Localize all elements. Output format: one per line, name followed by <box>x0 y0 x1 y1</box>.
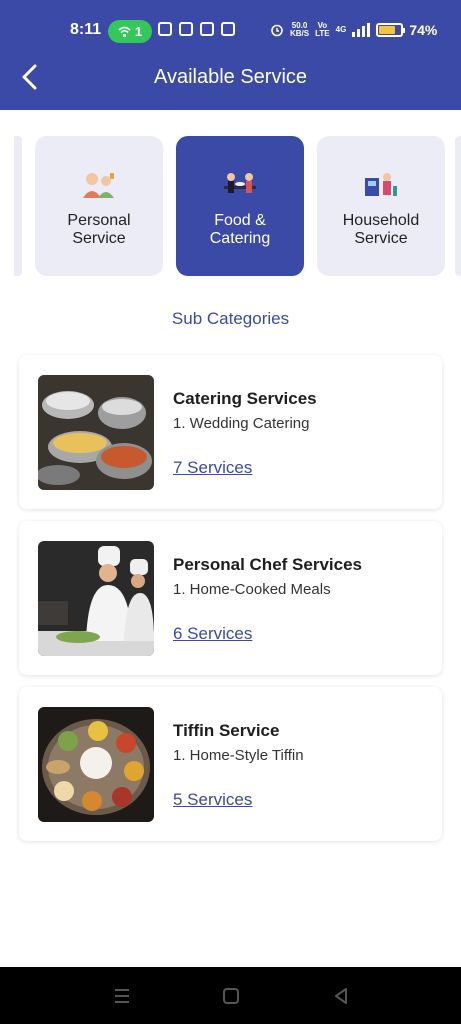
service-card-personal-chef[interactable]: Personal Chef Services 1. Home-Cooked Me… <box>19 521 442 675</box>
carousel-next-card-edge <box>455 136 461 276</box>
linkedin-icon <box>200 22 214 36</box>
service-title: Tiffin Service <box>173 721 280 740</box>
status-bar: 8:11 1 50.0 KB/S Vo LTE 4G 74% <box>0 0 461 46</box>
home-icon[interactable] <box>221 986 241 1006</box>
battery-percent: 74% <box>409 22 438 38</box>
service-title: Catering Services <box>173 389 317 408</box>
household-service-icon <box>365 173 397 196</box>
food-catering-icon <box>224 173 256 193</box>
menu-icon[interactable] <box>112 986 132 1006</box>
notification-icons <box>158 22 235 36</box>
service-subtitle: 1. Home-Style Tiffin <box>173 747 304 764</box>
service-card-tiffin[interactable]: Tiffin Service 1. Home-Style Tiffin 5 Se… <box>19 687 442 841</box>
app-bar: Available Service <box>0 46 461 110</box>
category-label: Personal Service <box>67 212 131 247</box>
services-count-link[interactable]: 6 Services <box>173 624 252 644</box>
app-notification-icon <box>221 22 235 36</box>
category-card-household-service[interactable]: Household Service <box>317 136 445 276</box>
hotspot-icon <box>118 26 131 37</box>
chef-photo <box>38 541 154 656</box>
signal-icon <box>352 23 371 37</box>
network-speed: 50.0 KB/S <box>290 21 310 38</box>
category-label: Food & Catering <box>209 212 271 247</box>
section-title: Sub Categories <box>171 309 290 328</box>
service-subtitle: 1. Home-Cooked Meals <box>173 581 331 598</box>
app-notification-icon <box>158 22 172 36</box>
catering-photo <box>38 375 154 490</box>
system-nav-bar <box>0 967 461 1024</box>
volte-indicator: Vo LTE <box>315 21 330 38</box>
personal-service-icon <box>83 173 114 198</box>
category-card-food-catering[interactable]: Food & Catering <box>176 136 304 276</box>
service-title: Personal Chef Services <box>173 555 362 574</box>
carousel-prev-card-edge <box>14 136 22 276</box>
hotspot-count: 1 <box>134 24 143 39</box>
category-label: Household Service <box>342 212 420 247</box>
battery-icon <box>376 23 406 37</box>
service-subtitle: 1. Wedding Catering <box>173 415 310 432</box>
services-count-link[interactable]: 5 Services <box>173 790 252 810</box>
network-type: 4G <box>335 25 347 34</box>
back-triangle-icon[interactable] <box>331 986 351 1006</box>
services-count-link[interactable]: 7 Services <box>173 458 252 478</box>
category-card-personal-service[interactable]: Personal Service <box>35 136 163 276</box>
status-indicators: 50.0 KB/S Vo LTE 4G 74% <box>270 22 437 38</box>
hotspot-pill: 1 <box>108 20 152 43</box>
tiffin-photo <box>38 707 154 822</box>
alarm-icon <box>271 24 283 37</box>
category-carousel[interactable]: Personal Service Food & Catering Househo… <box>0 135 461 279</box>
gmail-icon <box>179 22 193 36</box>
page-title: Available Service <box>153 66 308 88</box>
status-time: 8:11 <box>70 21 102 38</box>
service-card-catering[interactable]: Catering Services 1. Wedding Catering 7 … <box>19 355 442 509</box>
